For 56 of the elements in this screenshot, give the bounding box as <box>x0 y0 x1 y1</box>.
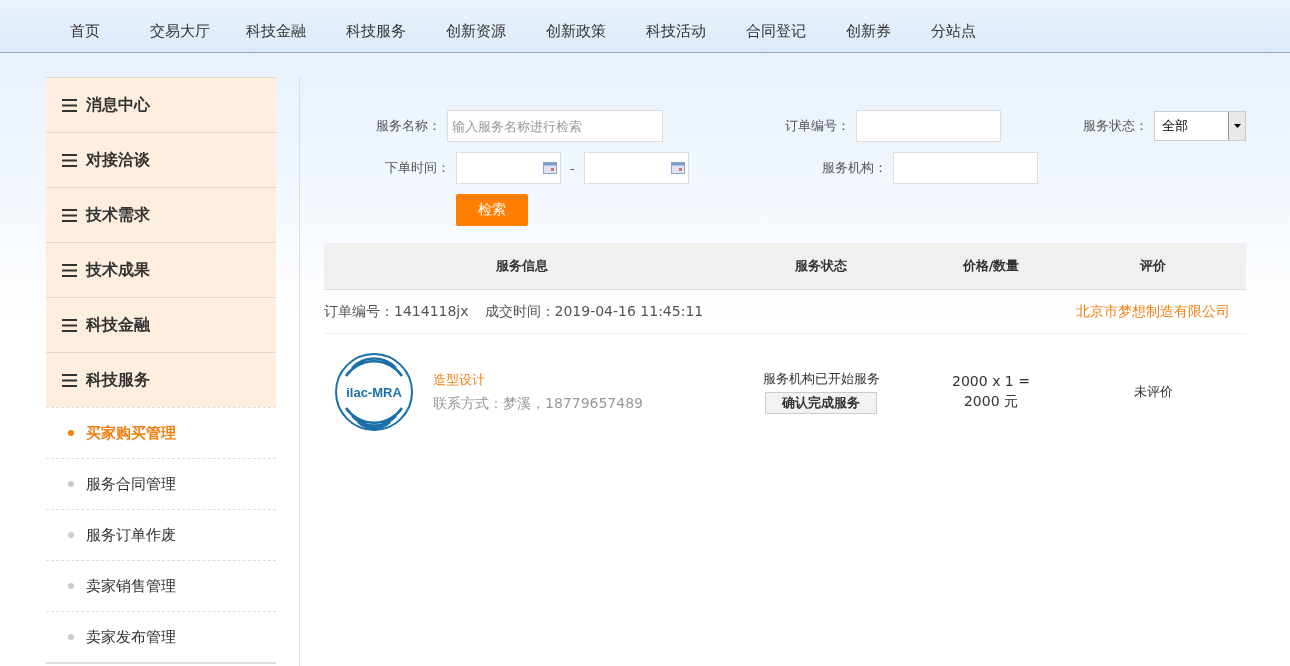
nav-link[interactable]: 创新券 <box>846 11 891 41</box>
deal-time: 成交时间：2019-04-16 11:45:11 <box>484 302 704 321</box>
price-quantity: 2000 x 1 = <box>952 373 1030 389</box>
nav-link[interactable]: 科技活动 <box>646 11 706 41</box>
confirm-complete-button[interactable]: 确认完成服务 <box>765 392 877 414</box>
section-label: 科技服务 <box>86 369 150 391</box>
column-header: 服务信息 <box>495 257 549 275</box>
price-total: 2000 元 <box>963 393 1019 411</box>
nav-link[interactable]: 分站点 <box>931 11 976 41</box>
menu-icon <box>62 98 77 112</box>
nav-link[interactable]: 合同登记 <box>746 11 806 41</box>
section-label: 技术需求 <box>86 204 150 226</box>
column-header: 价格/数量 <box>961 257 1021 275</box>
sidebar-section[interactable]: 科技服务 <box>46 352 276 407</box>
section-label: 消息中心 <box>86 94 150 116</box>
caret-icon <box>1233 124 1241 128</box>
contact-info: 联系方式：梦溪，18779657489 <box>433 395 643 413</box>
field-label: 订单编号： <box>783 117 850 135</box>
section-label: 对接洽谈 <box>86 149 150 171</box>
service-name-field[interactable]: 输入服务名称进行检索 <box>446 110 663 142</box>
service-status: 服务机构已开始服务 <box>762 370 880 388</box>
review-status: 未评价 <box>1133 384 1173 399</box>
order-number: 订单编号：1414118jx <box>324 302 469 321</box>
sidebar-section[interactable]: 技术成果 <box>46 242 276 297</box>
menu-icon <box>62 373 77 387</box>
sidebar-item[interactable]: 卖家发布管理 <box>46 611 276 664</box>
field-label: 服务机构： <box>820 159 887 177</box>
column-header: 评价 <box>1139 257 1167 275</box>
start-date-field[interactable] <box>456 152 561 184</box>
sidebar-section[interactable]: 技术需求 <box>46 187 276 242</box>
menu-icon <box>62 153 77 167</box>
field-label: 服务名称： <box>374 117 441 135</box>
field-label: 服务状态： <box>1081 117 1148 135</box>
nav-link[interactable]: 创新政策 <box>546 11 606 41</box>
service-org-field[interactable] <box>892 152 1038 184</box>
sidebar-section[interactable]: 对接洽谈 <box>46 132 276 187</box>
calendar-icon <box>670 162 685 174</box>
sidebar-section[interactable]: 科技金融 <box>46 297 276 352</box>
section-label: 科技金融 <box>86 314 150 336</box>
nav-link[interactable]: 科技金融 <box>246 11 306 41</box>
end-date-field[interactable] <box>583 152 689 184</box>
calendar-icon <box>543 162 557 174</box>
field-label: 下单时间： <box>384 159 450 177</box>
range-dash: - <box>570 160 575 176</box>
nav-link[interactable]: 交易大厅 <box>150 11 210 41</box>
sidebar-section[interactable]: 消息中心 <box>46 77 276 132</box>
status-dropdown[interactable]: 全部 <box>1153 111 1246 141</box>
menu-icon <box>62 318 77 332</box>
nav-link[interactable]: 科技服务 <box>346 11 406 41</box>
order-number-field[interactable] <box>855 110 1001 142</box>
nav-link[interactable]: 创新资源 <box>446 11 506 41</box>
nav-link[interactable]: 首页 <box>70 11 114 41</box>
menu-icon <box>62 208 77 222</box>
section-label: 技术成果 <box>86 259 150 281</box>
column-header: 服务状态 <box>794 257 848 275</box>
menu-icon <box>62 263 77 277</box>
